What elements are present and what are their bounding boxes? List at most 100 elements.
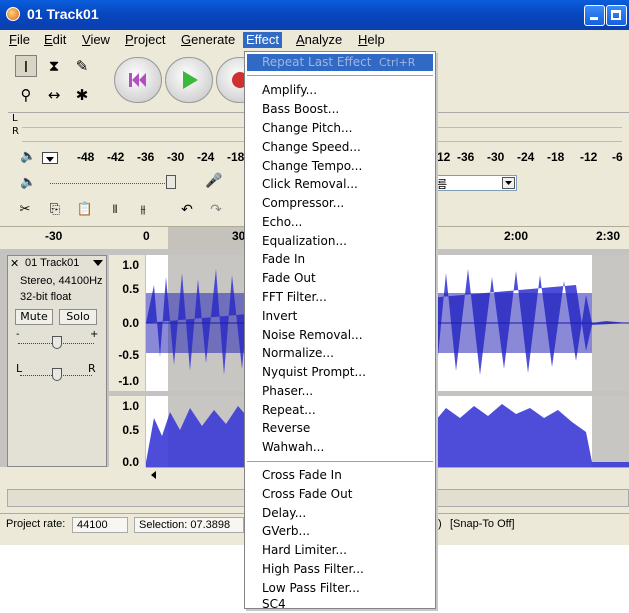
snap-status: [Snap-To Off] bbox=[450, 518, 515, 530]
menu-item-equalization[interactable]: Equalization... bbox=[262, 233, 347, 250]
menu-item-fade-in[interactable]: Fade In bbox=[262, 251, 305, 268]
scale-label: 1.0 bbox=[122, 399, 139, 413]
menu-item-invert[interactable]: Invert bbox=[262, 308, 297, 325]
menu-item-noise-removal[interactable]: Noise Removal... bbox=[262, 327, 363, 344]
track-bit-depth: 32-bit float bbox=[20, 291, 72, 303]
menu-item-low-pass-filter[interactable]: Low Pass Filter... bbox=[262, 580, 360, 597]
track-name-button[interactable]: 01 Track01 bbox=[25, 257, 79, 269]
vertical-scale-channel2: 1.0 0.5 0.0 bbox=[109, 396, 145, 469]
menu-item-change-pitch[interactable]: Change Pitch... bbox=[262, 120, 352, 137]
menu-project[interactable]: Project bbox=[122, 32, 168, 48]
menu-item-click-removal[interactable]: Click Removal... bbox=[262, 176, 358, 193]
meter-tick: -30 bbox=[487, 150, 505, 164]
menu-item-wahwah[interactable]: Wahwah... bbox=[262, 439, 324, 456]
chevron-down-icon[interactable] bbox=[502, 177, 515, 189]
menu-item-sc4[interactable]: SC4 bbox=[262, 596, 286, 613]
menu-separator bbox=[247, 461, 433, 463]
chevron-down-icon bbox=[46, 157, 54, 162]
pan-thumb[interactable] bbox=[52, 368, 62, 381]
copy-icon[interactable]: ⎘ bbox=[44, 199, 66, 221]
input-source-value: 름 bbox=[437, 178, 448, 191]
menu-separator bbox=[247, 75, 433, 77]
input-source-select[interactable]: 름 bbox=[433, 175, 517, 191]
selection-tool-icon[interactable]: I bbox=[15, 55, 37, 77]
menu-item-fade-out[interactable]: Fade Out bbox=[262, 270, 316, 287]
meter-tick: -12 bbox=[580, 150, 598, 164]
meter-right-label: R bbox=[12, 126, 19, 137]
menu-view[interactable]: View bbox=[79, 32, 113, 48]
time-shift-tool-icon[interactable]: ↔ bbox=[43, 84, 65, 106]
status-tail: ) bbox=[438, 518, 442, 530]
repeat-last-shortcut: Ctrl+R bbox=[379, 56, 416, 69]
meter-tick: -42 bbox=[107, 150, 125, 164]
menu-item-change-tempo[interactable]: Change Tempo... bbox=[262, 158, 362, 175]
envelope-tool-icon[interactable]: ⧗ bbox=[43, 55, 65, 77]
speaker-icon: 🔈 bbox=[20, 149, 37, 164]
menu-item-compressor[interactable]: Compressor... bbox=[262, 195, 344, 212]
menu-item-reverse[interactable]: Reverse bbox=[262, 420, 310, 437]
menu-item-fft-filter[interactable]: FFT Filter... bbox=[262, 289, 327, 306]
maximize-button[interactable] bbox=[606, 5, 627, 26]
solo-button[interactable]: Solo bbox=[59, 309, 97, 325]
undo-icon[interactable]: ↶ bbox=[176, 199, 198, 221]
scale-label: 0.5 bbox=[122, 282, 139, 296]
mute-button[interactable]: Mute bbox=[15, 309, 53, 325]
menu-item-cross-fade-in[interactable]: Cross Fade In bbox=[262, 467, 342, 484]
menu-item-amplify[interactable]: Amplify... bbox=[262, 82, 317, 99]
project-rate-label: Project rate: bbox=[6, 518, 66, 530]
minimize-icon bbox=[590, 17, 598, 20]
menu-analyze[interactable]: Analyze bbox=[293, 32, 345, 48]
track-format: Stereo, 44100Hz bbox=[20, 275, 103, 287]
menu-edit[interactable]: Edit bbox=[41, 32, 69, 48]
chevron-down-icon[interactable] bbox=[92, 257, 104, 272]
meter-tick: -6 bbox=[612, 150, 623, 164]
redo-icon[interactable]: ↷ bbox=[205, 199, 227, 221]
output-volume-thumb[interactable] bbox=[166, 175, 176, 189]
menu-file[interactable]: File bbox=[6, 32, 33, 48]
meter-dropdown-button[interactable] bbox=[42, 152, 58, 164]
pan-left-label: L bbox=[16, 362, 23, 375]
menu-item-cross-fade-out[interactable]: Cross Fade Out bbox=[262, 486, 352, 503]
timeline-tick: 2:00 bbox=[504, 229, 529, 243]
project-rate-field[interactable]: 44100 bbox=[72, 517, 128, 533]
track-control-panel: ✕ 01 Track01 Stereo, 44100Hz 32-bit floa… bbox=[7, 255, 107, 467]
output-volume-slider[interactable] bbox=[50, 183, 175, 184]
menu-item-normalize[interactable]: Normalize... bbox=[262, 345, 334, 362]
menu-item-gverb[interactable]: GVerb... bbox=[262, 523, 310, 540]
scale-label: 0.5 bbox=[122, 423, 139, 437]
meter-tick: -48 bbox=[77, 150, 95, 164]
minimize-button[interactable] bbox=[584, 5, 605, 26]
menu-item-high-pass-filter[interactable]: High Pass Filter... bbox=[262, 561, 364, 578]
menu-help[interactable]: Help bbox=[355, 32, 388, 48]
menu-item-change-speed[interactable]: Change Speed... bbox=[262, 139, 361, 156]
scale-label: -0.5 bbox=[118, 348, 139, 362]
cut-icon[interactable]: ✂ bbox=[14, 199, 36, 221]
draw-tool-icon[interactable]: ✎ bbox=[71, 55, 93, 77]
meter-tick: 12 bbox=[437, 150, 451, 164]
paste-icon[interactable]: 📋 bbox=[74, 199, 96, 221]
scroll-left-icon[interactable] bbox=[148, 469, 160, 481]
menu-generate[interactable]: Generate bbox=[178, 32, 238, 48]
timeline-tick: -30 bbox=[45, 229, 63, 243]
menu-item-bass-boost[interactable]: Bass Boost... bbox=[262, 101, 339, 118]
trim-icon[interactable]: ⫴ bbox=[104, 199, 126, 221]
menu-item-repeat-last-effect[interactable]: Repeat Last Effect bbox=[262, 54, 371, 71]
skip-to-start-button[interactable] bbox=[114, 57, 162, 103]
multi-tool-icon[interactable]: ✱ bbox=[71, 84, 93, 106]
menu-item-delay[interactable]: Delay... bbox=[262, 505, 306, 522]
menu-item-echo[interactable]: Echo... bbox=[262, 214, 302, 231]
scale-label: 0.0 bbox=[122, 316, 139, 330]
menu-item-nyquist-prompt[interactable]: Nyquist Prompt... bbox=[262, 364, 366, 381]
title-bar[interactable]: 01 Track01 bbox=[0, 0, 629, 30]
play-button[interactable] bbox=[165, 57, 213, 103]
menu-effect[interactable]: Effect bbox=[243, 32, 283, 48]
silence-icon[interactable]: ⫵ bbox=[132, 199, 154, 221]
gain-thumb[interactable] bbox=[52, 336, 62, 349]
menu-item-repeat[interactable]: Repeat... bbox=[262, 402, 316, 419]
zoom-tool-icon[interactable]: ⚲ bbox=[15, 84, 37, 106]
menu-item-phaser[interactable]: Phaser... bbox=[262, 383, 313, 400]
menu-item-hard-limiter[interactable]: Hard Limiter... bbox=[262, 542, 347, 559]
maximize-icon bbox=[611, 10, 621, 20]
close-track-icon[interactable]: ✕ bbox=[10, 257, 19, 270]
app-icon[interactable] bbox=[6, 7, 20, 21]
